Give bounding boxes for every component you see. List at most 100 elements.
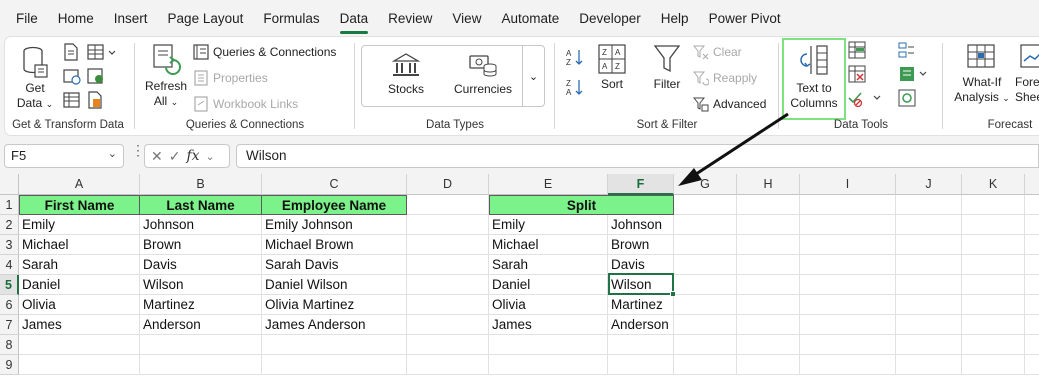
cell-last-name[interactable]: Davis <box>140 255 262 275</box>
row-header-3[interactable]: 3 <box>0 235 19 255</box>
filter-button[interactable]: Filter <box>647 43 687 92</box>
cell[interactable] <box>674 275 737 295</box>
tab-insert[interactable]: Insert <box>104 0 158 36</box>
cell[interactable] <box>800 335 896 355</box>
formula-input[interactable]: Wilson <box>236 144 1039 168</box>
cell[interactable] <box>674 315 737 335</box>
cell[interactable] <box>19 355 140 375</box>
cell[interactable] <box>140 335 262 355</box>
cell[interactable] <box>962 235 1025 255</box>
cell[interactable] <box>896 235 962 255</box>
advanced-filter-button[interactable]: Advanced <box>693 93 766 115</box>
refresh-all-button[interactable]: Refresh All ⌄ <box>141 43 191 110</box>
cell[interactable] <box>962 315 1025 335</box>
row-header-4[interactable]: 4 <box>0 255 19 275</box>
cell-last-name[interactable]: Brown <box>140 235 262 255</box>
tab-review[interactable]: Review <box>378 0 442 36</box>
select-all-button[interactable] <box>0 174 19 195</box>
row-header-7[interactable]: 7 <box>0 315 19 335</box>
cell-employee-name[interactable]: Michael Brown <box>262 235 407 255</box>
cell[interactable] <box>896 295 962 315</box>
cell[interactable] <box>896 215 962 235</box>
cell[interactable] <box>896 275 962 295</box>
cell[interactable] <box>1025 315 1039 335</box>
cell[interactable] <box>896 195 962 215</box>
cell[interactable] <box>962 335 1025 355</box>
cell[interactable] <box>608 335 674 355</box>
column-header-j[interactable]: J <box>896 174 962 195</box>
cell[interactable] <box>1025 255 1039 275</box>
column-header-d[interactable]: D <box>407 174 489 195</box>
cell[interactable] <box>407 355 489 375</box>
cell[interactable] <box>800 315 896 335</box>
cell-first-name[interactable]: Sarah <box>19 255 140 275</box>
clear-button[interactable]: Clear <box>693 41 742 63</box>
header-first-name[interactable]: First Name <box>19 195 140 215</box>
cell-split-last[interactable]: Martinez <box>608 295 674 315</box>
row-header-6[interactable]: 6 <box>0 295 19 315</box>
cell[interactable] <box>737 235 800 255</box>
tab-page-layout[interactable]: Page Layout <box>158 0 254 36</box>
cell[interactable] <box>962 195 1025 215</box>
cell-split-first[interactable]: James <box>489 315 608 335</box>
cell[interactable] <box>407 315 489 335</box>
cell-split-first[interactable]: Michael <box>489 235 608 255</box>
cell[interactable] <box>674 335 737 355</box>
from-table-button[interactable] <box>63 91 81 109</box>
column-header-f[interactable]: F <box>608 174 674 195</box>
cell-employee-name[interactable]: James Anderson <box>262 315 407 335</box>
cell-split-first[interactable]: Emily <box>489 215 608 235</box>
header-split[interactable]: Split <box>489 195 674 215</box>
cell[interactable] <box>962 295 1025 315</box>
column-header-g[interactable]: G <box>674 174 737 195</box>
cell-employee-name[interactable]: Sarah Davis <box>262 255 407 275</box>
from-file-button[interactable] <box>87 91 103 109</box>
cell-split-last[interactable]: Johnson <box>608 215 674 235</box>
cell-last-name[interactable]: Wilson <box>140 275 262 295</box>
cell-employee-name[interactable]: Emily Johnson <box>262 215 407 235</box>
cell-employee-name[interactable]: Olivia Martinez <box>262 295 407 315</box>
cell[interactable] <box>1025 275 1039 295</box>
from-text-csv-button[interactable] <box>63 43 79 61</box>
cell-first-name[interactable]: Emily <box>19 215 140 235</box>
cell[interactable] <box>737 335 800 355</box>
forecast-sheet-button[interactable]: Forecast Sheet <box>1015 43 1039 105</box>
chevron-down-icon[interactable]: ⌄ <box>206 150 215 163</box>
name-box[interactable]: F5 ⌄ <box>4 144 124 168</box>
row-header-1[interactable]: 1 <box>0 195 19 215</box>
queries-connections-button[interactable]: Queries & Connections <box>193 41 336 63</box>
cell[interactable] <box>800 195 896 215</box>
cell[interactable] <box>962 255 1025 275</box>
column-header-h[interactable]: H <box>737 174 800 195</box>
cell[interactable] <box>1025 335 1039 355</box>
cell[interactable] <box>262 355 407 375</box>
properties-button[interactable]: Properties <box>193 67 268 89</box>
cell[interactable] <box>674 255 737 275</box>
tab-home[interactable]: Home <box>48 0 104 36</box>
cell-last-name[interactable]: Martinez <box>140 295 262 315</box>
cell[interactable] <box>737 355 800 375</box>
insert-function-icon[interactable]: fx <box>186 148 199 164</box>
cell[interactable] <box>674 235 737 255</box>
cell-last-name[interactable]: Anderson <box>140 315 262 335</box>
sort-az-button[interactable]: AZ <box>565 47 585 67</box>
cell[interactable] <box>737 315 800 335</box>
cell[interactable] <box>608 355 674 375</box>
cell[interactable] <box>489 355 608 375</box>
reapply-button[interactable]: Reapply <box>693 67 757 89</box>
tab-power-pivot[interactable]: Power Pivot <box>699 0 791 36</box>
cell[interactable] <box>800 235 896 255</box>
cell[interactable] <box>407 255 489 275</box>
sort-button[interactable]: Z A A Z Sort <box>595 43 629 92</box>
cell[interactable] <box>800 255 896 275</box>
tab-developer[interactable]: Developer <box>569 0 651 36</box>
header-employee-name[interactable]: Employee Name <box>262 195 407 215</box>
cell-split-first[interactable]: Sarah <box>489 255 608 275</box>
cell-first-name[interactable]: James <box>19 315 140 335</box>
tab-file[interactable]: File <box>6 0 48 36</box>
cell[interactable] <box>407 195 489 215</box>
row-header-5[interactable]: 5 <box>0 275 19 295</box>
cell[interactable] <box>407 235 489 255</box>
workbook-links-button[interactable]: Workbook Links <box>193 93 298 115</box>
cell-first-name[interactable]: Daniel <box>19 275 140 295</box>
